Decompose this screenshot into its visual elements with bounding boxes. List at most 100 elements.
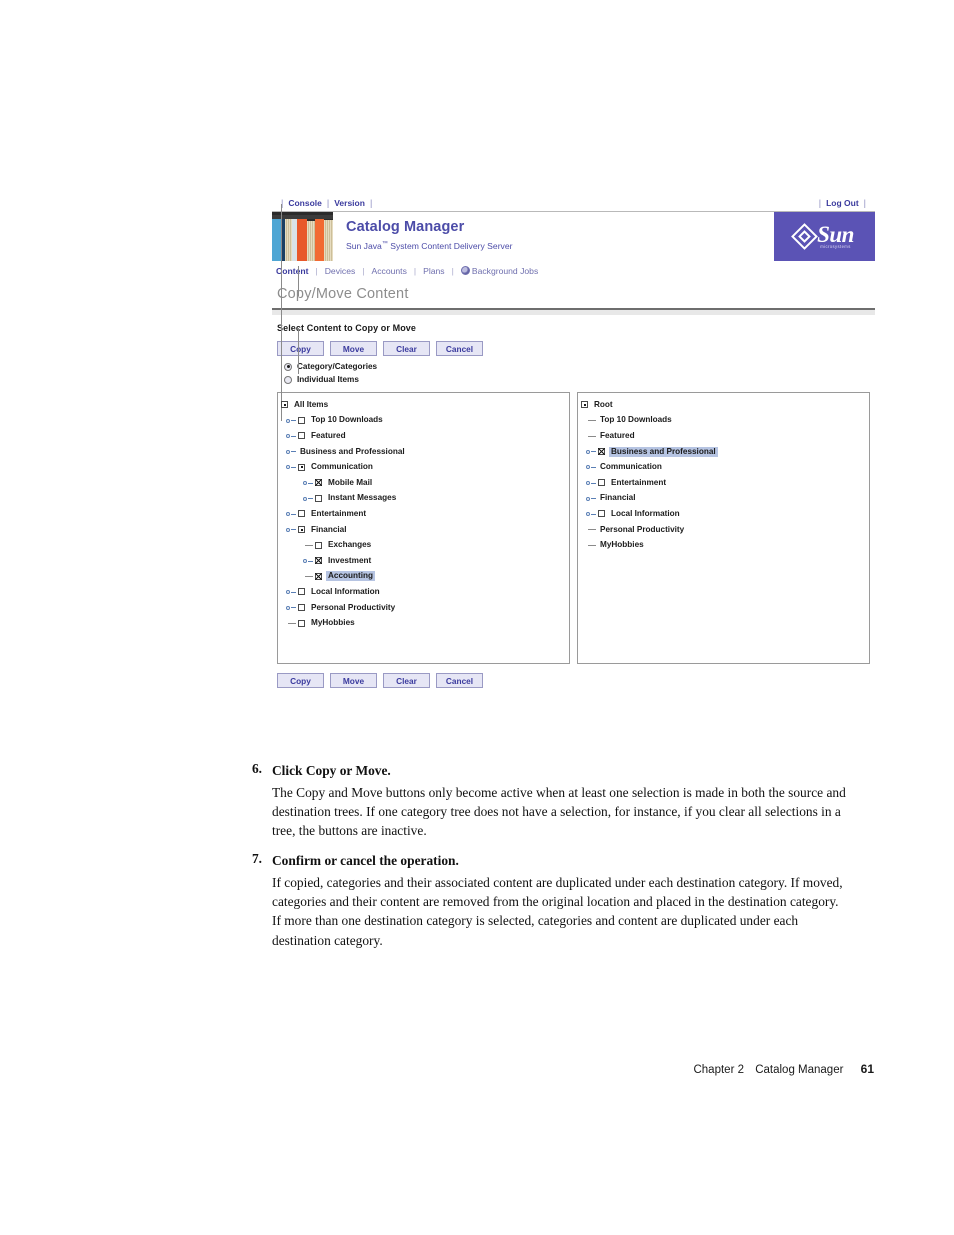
- checkbox-unchecked-icon[interactable]: [315, 541, 322, 549]
- tree-node-label: Featured: [600, 430, 635, 440]
- tree-root-toggle-icon[interactable]: [298, 463, 305, 471]
- cancel-button-top[interactable]: Cancel: [436, 341, 483, 356]
- tree-expand-toggle-icon[interactable]: [285, 584, 298, 600]
- tree-root-toggle-icon[interactable]: [581, 401, 588, 409]
- step-7-heading: Confirm or cancel the operation.: [272, 853, 459, 868]
- source-category-tree[interactable]: All Items Top 10 Downloads Featured Busines…: [277, 203, 570, 664]
- action-buttons-top: Copy Move Clear Cancel: [272, 333, 875, 356]
- tree-expand-toggle-icon[interactable]: [285, 459, 298, 475]
- tree-expand-toggle-icon[interactable]: [302, 491, 315, 507]
- tree-node[interactable]: Top 10 Downloads: [281, 413, 569, 429]
- tree-expand-toggle-icon[interactable]: [285, 428, 298, 444]
- utility-separator: |: [369, 198, 373, 208]
- version-link[interactable]: Version: [334, 198, 365, 208]
- tree-expand-toggle-icon[interactable]: [585, 506, 598, 522]
- copy-button-bottom[interactable]: Copy: [277, 673, 324, 688]
- tree-node-label: Instant Messages: [328, 493, 397, 503]
- tree-node[interactable]: Exchanges: [281, 537, 569, 553]
- radio-label-individual: Individual Items: [297, 375, 359, 384]
- log-out-link[interactable]: Log Out: [826, 198, 859, 208]
- checkbox-unchecked-icon[interactable]: [298, 510, 305, 518]
- tree-node[interactable]: Financial: [581, 491, 869, 507]
- tree-expand-toggle-icon[interactable]: [285, 506, 298, 522]
- tab-plans[interactable]: Plans: [423, 266, 445, 276]
- tree-node[interactable]: Personal Productivity: [281, 600, 569, 616]
- tab-accounts[interactable]: Accounts: [372, 266, 407, 276]
- console-link[interactable]: Console: [288, 198, 322, 208]
- tree-node[interactable]: Featured: [581, 428, 869, 444]
- tree-node[interactable]: Personal Productivity: [581, 522, 869, 538]
- tree-branch-line-icon: [585, 428, 598, 444]
- tree-node-label: MyHobbies: [600, 540, 644, 550]
- checkbox-checked-icon[interactable]: [598, 448, 605, 456]
- checkbox-checked-icon[interactable]: [315, 479, 322, 487]
- move-button-bottom[interactable]: Move: [330, 673, 377, 688]
- radio-button-individual-icon[interactable]: [284, 375, 292, 384]
- app-subtitle-post: System Content Delivery Server: [387, 240, 513, 251]
- tree-root-toggle-icon[interactable]: [281, 401, 288, 409]
- tree-expand-toggle-icon[interactable]: [585, 491, 598, 507]
- tree-expand-toggle-icon[interactable]: [585, 444, 598, 460]
- tree-node[interactable]: Business and Professional: [581, 444, 869, 460]
- tree-node[interactable]: All Items: [281, 397, 569, 413]
- checkbox-unchecked-icon[interactable]: [298, 416, 305, 424]
- tree-root-toggle-icon[interactable]: [298, 526, 305, 534]
- tree-node[interactable]: Top 10 Downloads: [581, 413, 869, 429]
- page-footer: Chapter 2 Catalog Manager 61: [0, 1062, 954, 1076]
- step-6-body: The Copy and Move buttons only become ac…: [272, 785, 846, 839]
- tree-node[interactable]: Local Information: [581, 506, 869, 522]
- destination-category-tree[interactable]: Root Top 10 Downloads Featured Business and…: [281, 203, 870, 664]
- step-7-number: 7.: [251, 851, 262, 866]
- tree-node[interactable]: Financial: [281, 522, 569, 538]
- tab-background-jobs[interactable]: Background Jobs: [460, 265, 539, 276]
- checkbox-unchecked-icon[interactable]: [598, 510, 605, 518]
- tree-node-label: Personal Productivity: [600, 524, 685, 534]
- tab-devices[interactable]: Devices: [325, 266, 356, 276]
- tree-expand-toggle-icon[interactable]: [285, 413, 298, 429]
- utility-bar: | Console | Version | | Log Out |: [272, 195, 875, 211]
- cancel-button-bottom[interactable]: Cancel: [436, 673, 483, 688]
- tree-node[interactable]: Mobile Mail: [281, 475, 569, 491]
- tree-expand-toggle-icon[interactable]: [285, 522, 298, 538]
- tree-expand-toggle-icon[interactable]: [285, 444, 298, 460]
- radio-option-individual[interactable]: Individual Items: [272, 371, 875, 384]
- tree-expand-toggle-icon[interactable]: [585, 475, 598, 491]
- tree-node[interactable]: MyHobbies: [281, 615, 569, 631]
- tab-background-jobs-label: Background Jobs: [471, 265, 539, 276]
- clear-button-bottom[interactable]: Clear: [383, 673, 430, 688]
- checkbox-unchecked-icon[interactable]: [598, 479, 605, 487]
- tree-node[interactable]: Root: [581, 397, 869, 413]
- tree-node[interactable]: Business and Professional: [281, 444, 569, 460]
- tree-node[interactable]: MyHobbies: [581, 537, 869, 553]
- radio-option-category[interactable]: Category/Categories: [272, 356, 875, 371]
- tree-node[interactable]: Local Information: [281, 584, 569, 600]
- checkbox-unchecked-icon[interactable]: [298, 588, 305, 596]
- tree-expand-toggle-icon[interactable]: [585, 459, 598, 475]
- tree-node-label: Business and Professional: [609, 446, 718, 457]
- section-heading: Select Content to Copy or Move: [277, 323, 417, 333]
- tree-node[interactable]: Instant Messages: [281, 491, 569, 507]
- tree-expand-toggle-icon[interactable]: [302, 553, 315, 569]
- clear-button-top[interactable]: Clear: [383, 341, 430, 356]
- copy-button-top[interactable]: Copy: [277, 341, 324, 356]
- radio-button-category-icon[interactable]: [284, 362, 292, 371]
- tree-expand-toggle-icon[interactable]: [302, 475, 315, 491]
- checkbox-checked-icon[interactable]: [315, 572, 322, 580]
- checkbox-unchecked-icon[interactable]: [298, 604, 305, 612]
- tree-node[interactable]: Accounting: [281, 569, 569, 585]
- tree-node[interactable]: Communication: [581, 459, 869, 475]
- checkbox-unchecked-icon[interactable]: [298, 432, 305, 440]
- checkbox-unchecked-icon[interactable]: [298, 619, 305, 627]
- tree-node-label: Personal Productivity: [311, 602, 396, 612]
- tree-node[interactable]: Entertainment: [581, 475, 869, 491]
- checkbox-checked-icon[interactable]: [315, 557, 322, 565]
- step-7: 7. Confirm or cancel the operation. If c…: [248, 851, 848, 950]
- tree-node[interactable]: Entertainment: [281, 506, 569, 522]
- checkbox-unchecked-icon[interactable]: [315, 494, 322, 502]
- tree-node[interactable]: Investment: [281, 553, 569, 569]
- move-button-top[interactable]: Move: [330, 341, 377, 356]
- tree-node[interactable]: Featured: [281, 428, 569, 444]
- tree-node[interactable]: Communication: [281, 459, 569, 475]
- tree-branch-line-icon: [585, 537, 598, 553]
- tree-expand-toggle-icon[interactable]: [285, 600, 298, 616]
